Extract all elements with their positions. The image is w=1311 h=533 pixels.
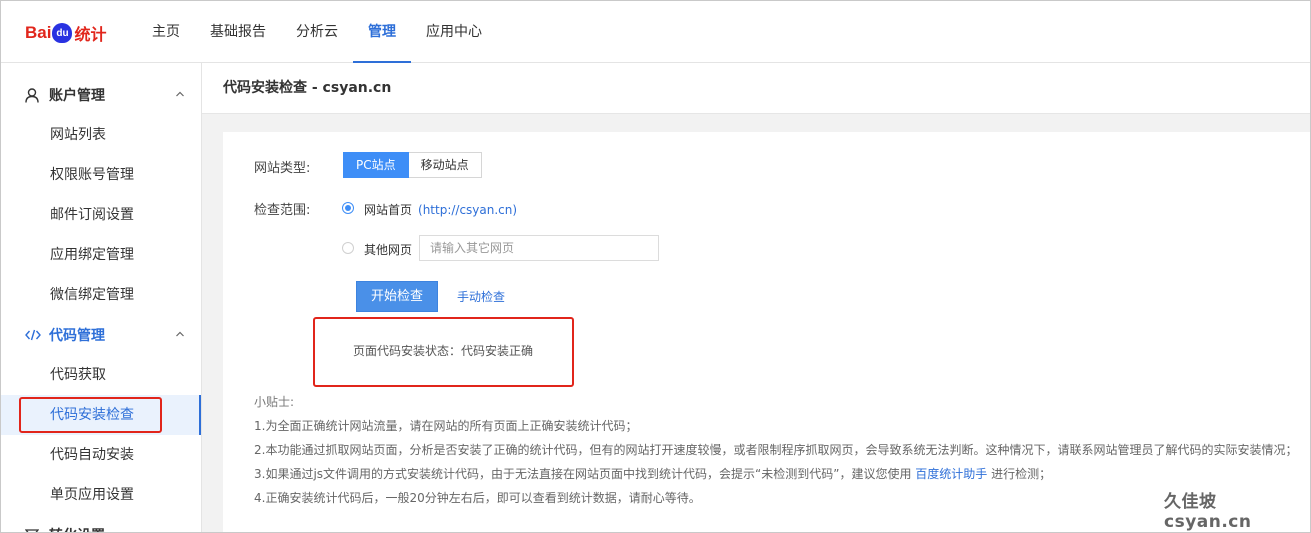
- page-title: 代码安装检查 - csyan.cn: [202, 63, 1310, 114]
- sidebar-item-app-binding[interactable]: 应用绑定管理: [1, 235, 201, 275]
- tip-line-2: 2.本功能通过抓取网站页面，分析是否安装了正确的统计代码，但有的网站打开速度较慢…: [254, 443, 1298, 457]
- sidebar: 账户管理 网站列表 权限账号管理 邮件订阅设置 应用绑定管理 微信绑定管理 代码…: [1, 63, 202, 533]
- sidebar-group-code-label: 代码管理: [49, 328, 105, 344]
- nav-analytics-cloud[interactable]: 分析云: [281, 1, 353, 63]
- sidebar-item-get-code[interactable]: 代码获取: [1, 355, 201, 395]
- scope-home-url: (http://csyan.cn): [418, 203, 518, 217]
- tongji-helper-link[interactable]: 百度统计助手: [915, 467, 987, 481]
- tip-line-3: 3.如果通过js文件调用的方式安装统计代码，由于无法直接在网站页面中找到统计代码…: [254, 465, 1051, 482]
- sidebar-item-spa-settings[interactable]: 单页应用设置: [1, 475, 201, 515]
- tip-line-1: 1.为全面正确统计网站流量，请在网站的所有页面上正确安装统计代码；: [254, 419, 638, 433]
- sidebar-item-email-subscription[interactable]: 邮件订阅设置: [1, 195, 201, 235]
- sidebar-item-auto-install[interactable]: 代码自动安装: [1, 435, 201, 475]
- top-navigation-bar: Bai du 统计 主页 基础报告 分析云 管理 应用中心: [1, 1, 1310, 63]
- funnel-icon: [25, 528, 43, 532]
- user-icon: [25, 87, 43, 103]
- sidebar-group-conversion[interactable]: 转化设置: [1, 515, 201, 533]
- nav-management[interactable]: 管理: [353, 1, 411, 63]
- nav-home[interactable]: 主页: [137, 1, 195, 63]
- sidebar-group-account[interactable]: 账户管理: [1, 75, 201, 115]
- scope-other-label[interactable]: 其他网页: [364, 241, 412, 258]
- main-nav: 主页 基础报告 分析云 管理 应用中心: [137, 1, 497, 63]
- sidebar-group-account-label: 账户管理: [49, 88, 105, 104]
- site-type-label: 网站类型:: [254, 161, 311, 176]
- app-window: Bai du 统计 主页 基础报告 分析云 管理 应用中心 账户管理 网站列表 …: [0, 0, 1311, 533]
- logo-paw-icon: du: [52, 23, 73, 43]
- logo-tongji-text: 统计: [74, 25, 107, 44]
- sidebar-item-wechat-binding[interactable]: 微信绑定管理: [1, 275, 201, 315]
- scope-home-radio[interactable]: [342, 202, 354, 214]
- scope-home-label: 网站首页: [364, 203, 413, 217]
- start-check-button[interactable]: 开始检查: [356, 281, 438, 312]
- sidebar-item-site-list[interactable]: 网站列表: [1, 115, 201, 155]
- sidebar-item-permission-accounts[interactable]: 权限账号管理: [1, 155, 201, 195]
- code-icon: [25, 329, 43, 341]
- scope-label: 检查范围:: [254, 203, 311, 218]
- chevron-up-icon: [176, 331, 184, 337]
- menu-highlight-box: [19, 397, 162, 433]
- sidebar-group-code[interactable]: 代码管理: [1, 315, 201, 355]
- manual-check-link[interactable]: 手动检查: [457, 288, 505, 305]
- tip-line-3-suffix: 进行检测；: [987, 467, 1052, 481]
- site-type-toggle: PC站点 移动站点: [343, 152, 482, 178]
- tip-line-3-prefix: 3.如果通过js文件调用的方式安装统计代码，由于无法直接在网站页面中找到统计代码…: [254, 467, 916, 481]
- chevron-down-icon: [175, 529, 185, 533]
- tip-line-4: 4.正确安装统计代码后，一般20分钟左右后，即可以查看到统计数据，请耐心等待。: [254, 491, 701, 505]
- watermark-text: 久佳坡 csyan.cn: [1164, 492, 1252, 532]
- sidebar-group-conversion-label: 转化设置: [49, 525, 105, 532]
- main-content: 代码安装检查 - csyan.cn 网站类型: PC站点 移动站点 检查范围: …: [202, 63, 1310, 532]
- logo-bai-text: Bai: [25, 23, 52, 42]
- other-page-input[interactable]: [419, 235, 659, 261]
- nav-app-center[interactable]: 应用中心: [411, 1, 497, 63]
- chevron-up-icon: [176, 91, 184, 97]
- tips-title: 小贴士:: [254, 395, 295, 409]
- nav-basic-reports[interactable]: 基础报告: [195, 1, 281, 63]
- status-highlight-box: [313, 317, 574, 387]
- site-type-mobile-button[interactable]: 移动站点: [408, 152, 482, 178]
- scope-home-option[interactable]: 网站首页 (http://csyan.cn): [364, 201, 517, 218]
- scope-other-radio[interactable]: [342, 242, 354, 254]
- baidu-tongji-logo[interactable]: Bai du 统计: [25, 19, 106, 47]
- site-type-pc-button[interactable]: PC站点: [343, 152, 409, 178]
